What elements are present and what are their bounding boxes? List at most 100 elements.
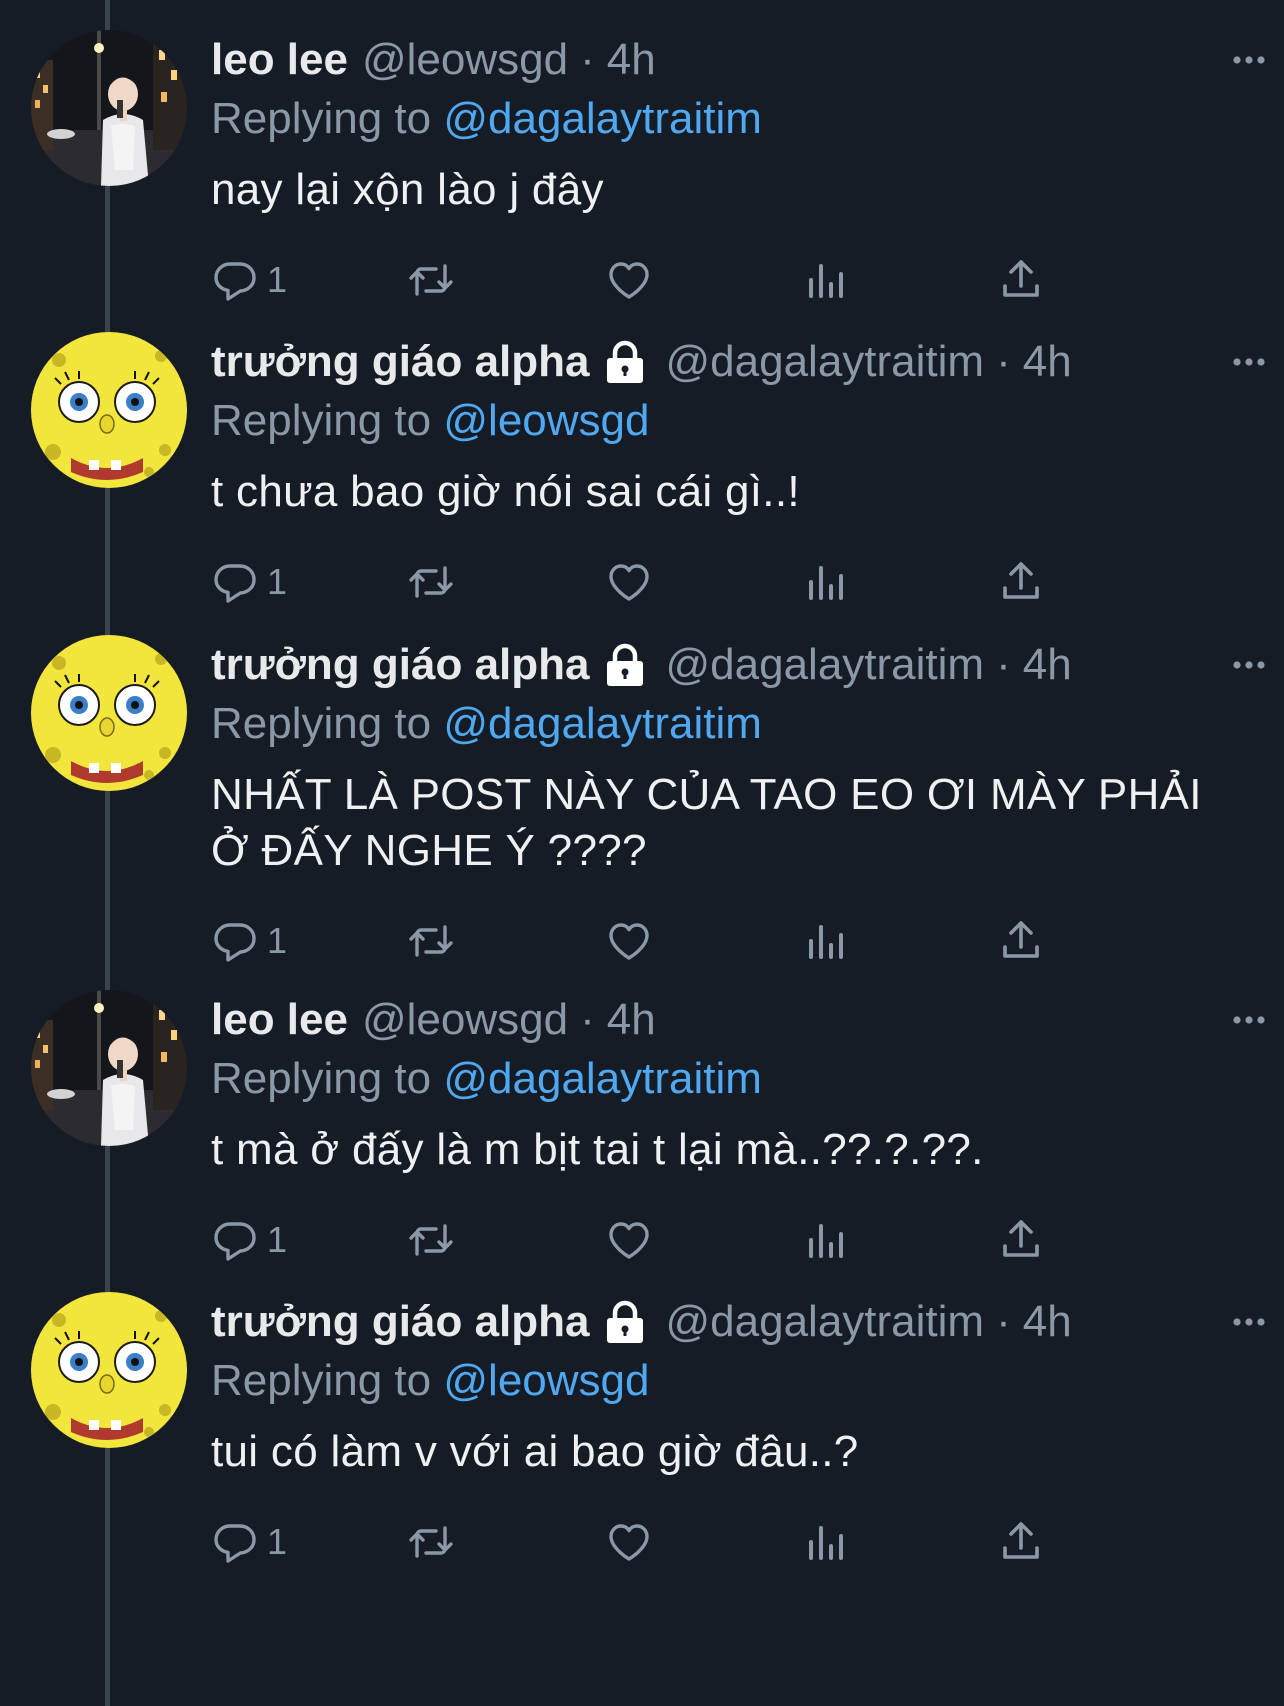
reply-icon bbox=[211, 1216, 259, 1264]
views-icon bbox=[801, 558, 849, 606]
reply-icon bbox=[211, 558, 259, 606]
separator-dot: · bbox=[996, 640, 1011, 689]
like-button[interactable] bbox=[605, 1208, 653, 1272]
replying-to-label: Replying to bbox=[211, 396, 432, 445]
share-button[interactable] bbox=[997, 1510, 1045, 1574]
tweet-content: trưởng giáo alpha @dagalaytraitim · 4h Reply… bbox=[211, 1292, 1244, 1574]
lock-icon bbox=[602, 340, 648, 384]
retweet-icon bbox=[407, 256, 455, 304]
replying-to-label: Replying to bbox=[211, 699, 432, 748]
like-button[interactable] bbox=[605, 909, 653, 973]
reply-button[interactable]: 1 bbox=[211, 909, 287, 973]
reply-thread: leo lee @leowsgd · 4h Replying to @dagalaytr… bbox=[0, 0, 1284, 1706]
reply-button[interactable]: 1 bbox=[211, 550, 287, 614]
timestamp[interactable]: 4h bbox=[607, 30, 656, 90]
tweet-header: trưởng giáo alpha @dagalaytraitim · 4h bbox=[211, 635, 1244, 695]
retweet-button[interactable] bbox=[407, 1510, 455, 1574]
retweet-button[interactable] bbox=[407, 248, 455, 312]
user-handle[interactable]: @dagalaytraitim bbox=[666, 635, 985, 695]
timestamp[interactable]: 4h bbox=[1023, 635, 1072, 695]
user-handle[interactable]: @leowsgd bbox=[362, 30, 568, 90]
more-icon[interactable] bbox=[1229, 647, 1269, 683]
tweet-text: nay lại xộn lào j đây bbox=[211, 165, 604, 214]
mention-link[interactable]: @leowsgd bbox=[443, 1356, 649, 1405]
display-name[interactable]: trưởng giáo alpha bbox=[211, 1292, 590, 1352]
reply-button[interactable]: 1 bbox=[211, 1510, 287, 1574]
tweet-content: trưởng giáo alpha @dagalaytraitim · 4h Reply… bbox=[211, 635, 1244, 973]
separator-dot: · bbox=[580, 35, 595, 84]
reply-icon bbox=[211, 256, 259, 304]
separator-dot: · bbox=[580, 995, 595, 1044]
views-button[interactable] bbox=[801, 248, 849, 312]
avatar[interactable] bbox=[31, 990, 187, 1146]
like-button[interactable] bbox=[605, 248, 653, 312]
user-handle[interactable]: @leowsgd bbox=[362, 990, 568, 1050]
separator-dot: · bbox=[996, 1297, 1011, 1346]
more-icon[interactable] bbox=[1229, 344, 1269, 380]
mention-link[interactable]: @dagalaytraitim bbox=[443, 1054, 762, 1103]
share-button[interactable] bbox=[997, 909, 1045, 973]
retweet-icon bbox=[407, 558, 455, 606]
share-button[interactable] bbox=[997, 248, 1045, 312]
share-button[interactable] bbox=[997, 1208, 1045, 1272]
action-bar: 1 bbox=[211, 909, 1244, 973]
more-icon[interactable] bbox=[1229, 1002, 1269, 1038]
avatar[interactable] bbox=[31, 332, 187, 488]
heart-icon bbox=[605, 1216, 653, 1264]
display-name[interactable]: leo lee bbox=[211, 990, 348, 1050]
avatar[interactable] bbox=[31, 635, 187, 791]
views-icon bbox=[801, 1216, 849, 1264]
replying-to-label: Replying to bbox=[211, 94, 432, 143]
mention-link[interactable]: @leowsgd bbox=[443, 396, 649, 445]
tweet-header: trưởng giáo alpha @dagalaytraitim · 4h bbox=[211, 332, 1244, 392]
avatar[interactable] bbox=[31, 1292, 187, 1448]
views-icon bbox=[801, 256, 849, 304]
user-handle[interactable]: @dagalaytraitim bbox=[666, 1292, 985, 1352]
timestamp[interactable]: 4h bbox=[607, 990, 656, 1050]
heart-icon bbox=[605, 917, 653, 965]
retweet-icon bbox=[407, 1518, 455, 1566]
replying-to-label: Replying to bbox=[211, 1356, 432, 1405]
display-name[interactable]: leo lee bbox=[211, 30, 348, 90]
reply-icon bbox=[211, 917, 259, 965]
retweet-button[interactable] bbox=[407, 1208, 455, 1272]
views-button[interactable] bbox=[801, 909, 849, 973]
share-icon bbox=[997, 256, 1045, 304]
reply-button[interactable]: 1 bbox=[211, 248, 287, 312]
reply-count: 1 bbox=[267, 1219, 288, 1260]
share-icon bbox=[997, 558, 1045, 606]
separator-dot: · bbox=[996, 337, 1011, 386]
views-button[interactable] bbox=[801, 550, 849, 614]
tweet-text: t mà ở đấy là m bịt tai t lại mà..??.?.?… bbox=[211, 1125, 984, 1174]
mention-link[interactable]: @dagalaytraitim bbox=[443, 94, 762, 143]
reply-count: 1 bbox=[267, 561, 288, 602]
action-bar: 1 bbox=[211, 1208, 1244, 1272]
display-name[interactable]: trưởng giáo alpha bbox=[211, 332, 590, 392]
share-icon bbox=[997, 1216, 1045, 1264]
replying-to: Replying to @leowsgd bbox=[211, 392, 1244, 450]
timestamp[interactable]: 4h bbox=[1023, 1292, 1072, 1352]
tweet-text: t chưa bao giờ nói sai cái gì..! bbox=[211, 467, 800, 516]
share-icon bbox=[997, 917, 1045, 965]
tweet-header: leo lee @leowsgd · 4h bbox=[211, 30, 1244, 90]
display-name[interactable]: trưởng giáo alpha bbox=[211, 635, 590, 695]
like-button[interactable] bbox=[605, 1510, 653, 1574]
like-button[interactable] bbox=[605, 550, 653, 614]
mention-link[interactable]: @dagalaytraitim bbox=[443, 699, 762, 748]
replying-to: Replying to @leowsgd bbox=[211, 1352, 1244, 1410]
retweet-button[interactable] bbox=[407, 550, 455, 614]
replying-to-label: Replying to bbox=[211, 1054, 432, 1103]
more-icon[interactable] bbox=[1229, 1304, 1269, 1340]
tweet-content: leo lee @leowsgd · 4h Replying to @dagalaytr… bbox=[211, 30, 1244, 312]
timestamp[interactable]: 4h bbox=[1023, 332, 1072, 392]
heart-icon bbox=[605, 558, 653, 606]
retweet-icon bbox=[407, 917, 455, 965]
more-icon[interactable] bbox=[1229, 42, 1269, 78]
avatar[interactable] bbox=[31, 30, 187, 186]
share-button[interactable] bbox=[997, 550, 1045, 614]
retweet-button[interactable] bbox=[407, 909, 455, 973]
views-button[interactable] bbox=[801, 1510, 849, 1574]
views-button[interactable] bbox=[801, 1208, 849, 1272]
reply-button[interactable]: 1 bbox=[211, 1208, 287, 1272]
user-handle[interactable]: @dagalaytraitim bbox=[666, 332, 985, 392]
